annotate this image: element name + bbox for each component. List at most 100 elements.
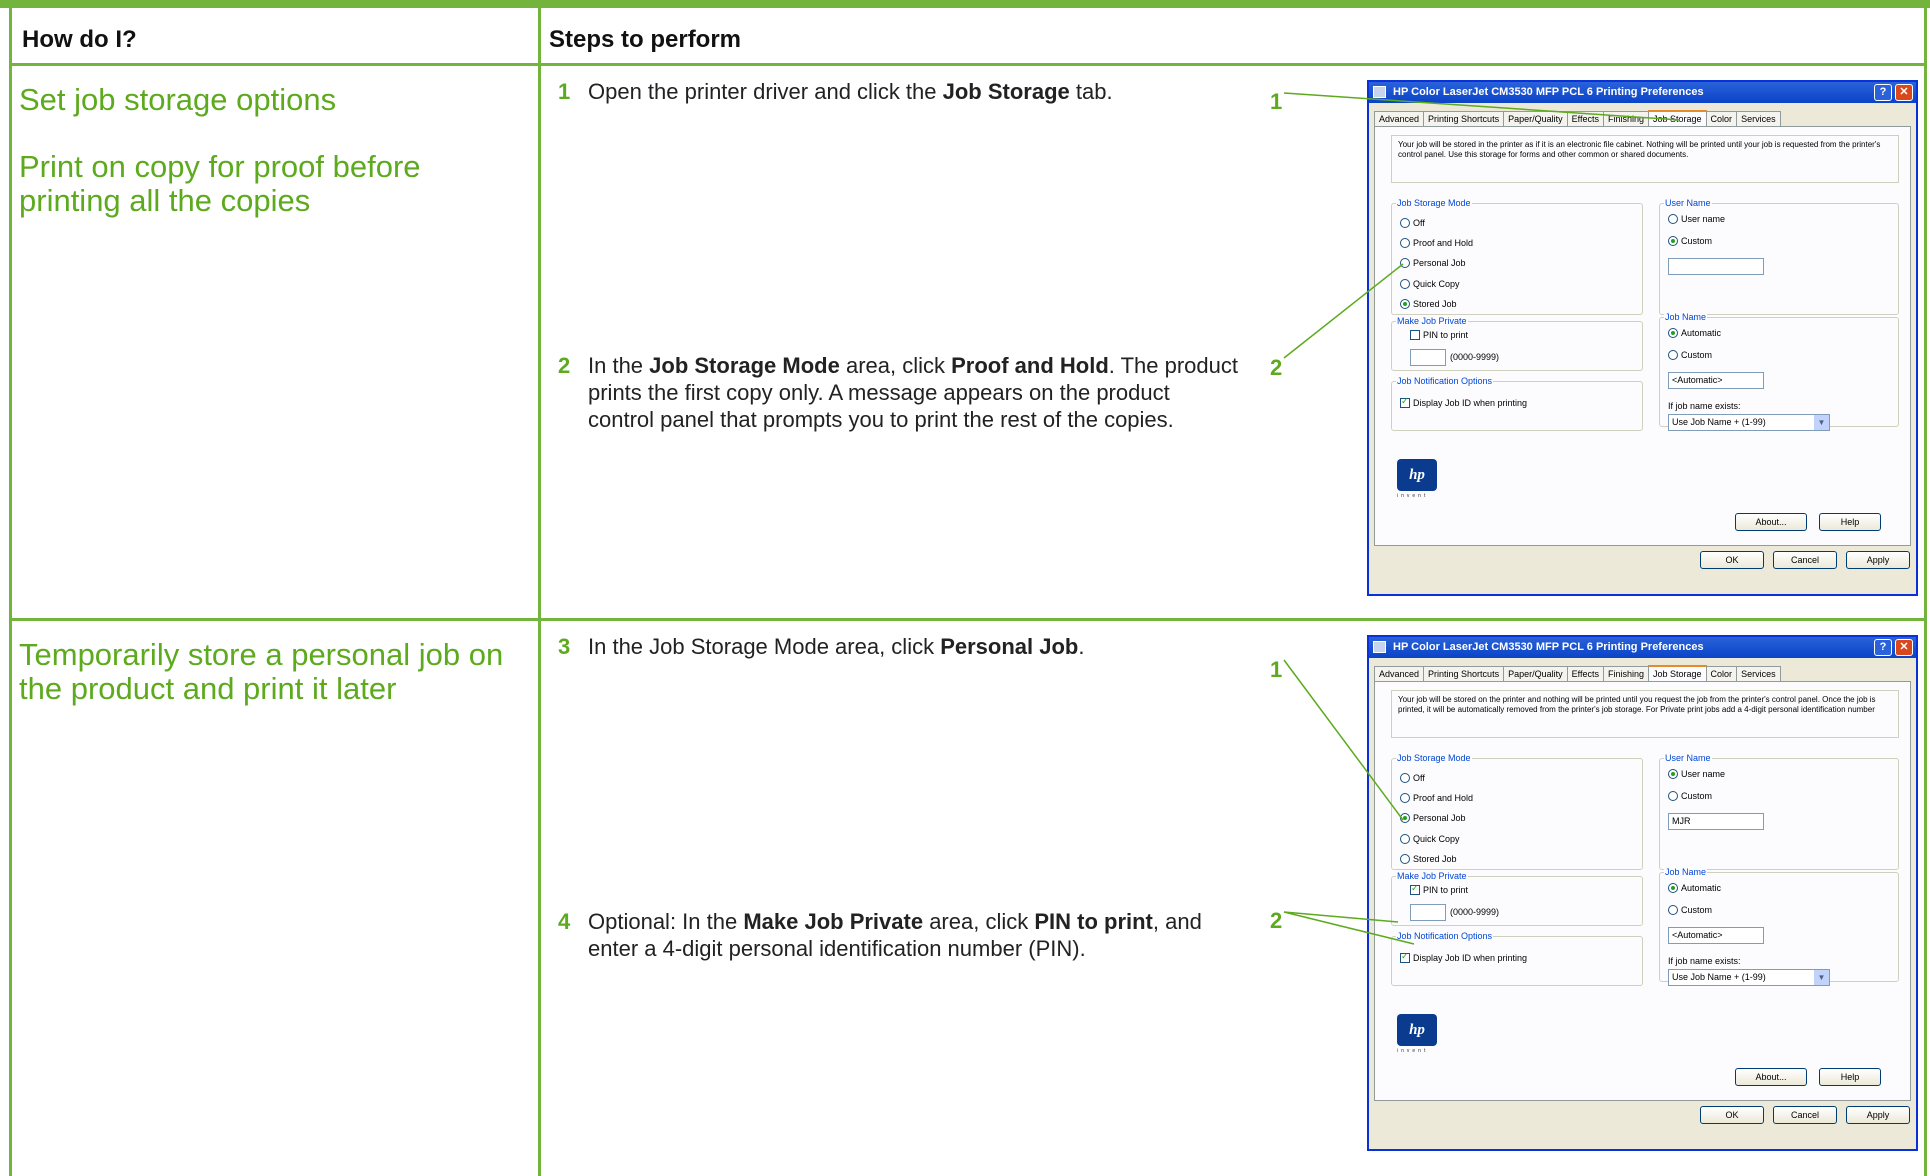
display-job-id-checkbox[interactable]: Display Job ID when printing: [1400, 396, 1527, 408]
radio-button[interactable]: [1668, 236, 1678, 246]
job-name-option[interactable]: Automatic: [1668, 883, 1721, 893]
user-name-option[interactable]: Custom: [1668, 791, 1712, 801]
radio-button[interactable]: [1668, 883, 1678, 893]
user-name-option[interactable]: User name: [1668, 214, 1725, 224]
radio-button[interactable]: [1400, 299, 1410, 309]
step-number: 4: [558, 909, 571, 934]
tab-color[interactable]: Color: [1705, 666, 1738, 682]
job-exists-select[interactable]: Use Job Name + (1-99) ▼: [1668, 414, 1830, 431]
job-storage-mode-option[interactable]: Proof and Hold: [1400, 238, 1473, 248]
close-icon[interactable]: ✕: [1895, 84, 1913, 101]
user-name-input[interactable]: MJR: [1668, 813, 1764, 830]
job-storage-mode-option[interactable]: Personal Job: [1400, 258, 1466, 268]
job-name-input[interactable]: <Automatic>: [1668, 927, 1764, 944]
ok-button[interactable]: OK: [1700, 551, 1764, 569]
tab-paper-quality[interactable]: Paper/Quality: [1503, 666, 1568, 682]
pin-input[interactable]: [1410, 904, 1446, 921]
step-text: area, click: [923, 909, 1035, 934]
radio-button[interactable]: [1400, 279, 1410, 289]
help-icon[interactable]: ?: [1874, 639, 1892, 656]
radio-button[interactable]: [1668, 214, 1678, 224]
question-personal-job: Temporarily store a personal job on the …: [19, 637, 504, 706]
apply-button[interactable]: Apply: [1846, 1106, 1910, 1124]
job-storage-mode-option[interactable]: Stored Job: [1400, 854, 1457, 864]
job-name-option[interactable]: Custom: [1668, 350, 1712, 360]
checkbox[interactable]: [1400, 951, 1410, 963]
pin-input[interactable]: [1410, 349, 1446, 366]
close-icon[interactable]: ✕: [1895, 639, 1913, 656]
apply-button[interactable]: Apply: [1846, 551, 1910, 569]
checkbox[interactable]: [1400, 396, 1410, 408]
radio-button[interactable]: [1400, 218, 1410, 228]
radio-button[interactable]: [1400, 813, 1410, 823]
help-button[interactable]: Help: [1819, 1068, 1881, 1086]
tab-services[interactable]: Services: [1736, 111, 1781, 127]
radio-button[interactable]: [1400, 258, 1410, 268]
tab-advanced[interactable]: Advanced: [1374, 111, 1425, 127]
dialog-title: HP Color LaserJet CM3530 MFP PCL 6 Print…: [1393, 86, 1704, 98]
user-name-input[interactable]: [1668, 258, 1764, 275]
tab-printing-shortcuts[interactable]: Printing Shortcuts: [1423, 666, 1505, 682]
radio-button[interactable]: [1668, 328, 1678, 338]
radio-button[interactable]: [1668, 905, 1678, 915]
cancel-button[interactable]: Cancel: [1773, 551, 1837, 569]
step-text: In the: [588, 353, 650, 378]
step-text: area, click: [839, 353, 952, 378]
tab-finishing[interactable]: Finishing: [1602, 111, 1649, 127]
job-name-option[interactable]: Automatic: [1668, 328, 1721, 338]
help-icon[interactable]: ?: [1874, 84, 1892, 101]
hp-logo: hp: [1397, 459, 1437, 491]
user-name-option[interactable]: Custom: [1668, 236, 1712, 246]
job-storage-mode-option[interactable]: Proof and Hold: [1400, 793, 1473, 803]
job-storage-mode-option[interactable]: Quick Copy: [1400, 834, 1460, 844]
user-name-option[interactable]: User name: [1668, 769, 1725, 779]
radio-button[interactable]: [1400, 793, 1410, 803]
tab-finishing[interactable]: Finishing: [1602, 666, 1649, 682]
job-name-input[interactable]: <Automatic>: [1668, 372, 1764, 389]
tab-effects[interactable]: Effects: [1566, 111, 1604, 127]
radio-button[interactable]: [1400, 773, 1410, 783]
job-exists-select[interactable]: Use Job Name + (1-99) ▼: [1668, 969, 1830, 986]
pin-to-print-checkbox[interactable]: PIN to print: [1410, 883, 1468, 895]
radio-button[interactable]: [1668, 350, 1678, 360]
help-button[interactable]: Help: [1819, 513, 1881, 531]
pin-to-print-checkbox[interactable]: PIN to print: [1410, 330, 1468, 340]
chevron-down-icon[interactable]: ▼: [1814, 970, 1829, 985]
dialog-title-bar[interactable]: HP Color LaserJet CM3530 MFP PCL 6 Print…: [1369, 82, 1916, 103]
about-button[interactable]: About...: [1735, 1068, 1807, 1086]
job-storage-mode-group: Job Storage Mode Off Proof and Hold Persona…: [1391, 753, 1643, 870]
display-job-id-checkbox[interactable]: Display Job ID when printing: [1400, 951, 1527, 963]
tab-color[interactable]: Color: [1705, 111, 1738, 127]
job-storage-mode-option[interactable]: Off: [1400, 218, 1425, 228]
checkbox[interactable]: [1410, 883, 1420, 895]
job-storage-mode-option[interactable]: Quick Copy: [1400, 279, 1460, 289]
callout-2: 2: [1270, 355, 1283, 380]
checkbox[interactable]: [1410, 330, 1420, 340]
job-storage-mode-option[interactable]: Personal Job: [1400, 813, 1466, 823]
about-button[interactable]: About...: [1735, 513, 1807, 531]
radio-button[interactable]: [1668, 791, 1678, 801]
radio-button[interactable]: [1400, 854, 1410, 864]
tab-advanced[interactable]: Advanced: [1374, 666, 1425, 682]
tab-printing-shortcuts[interactable]: Printing Shortcuts: [1423, 111, 1505, 127]
ok-button[interactable]: OK: [1700, 1106, 1764, 1124]
tab-effects[interactable]: Effects: [1566, 666, 1604, 682]
radio-button[interactable]: [1400, 238, 1410, 248]
tab-paper-quality[interactable]: Paper/Quality: [1503, 111, 1568, 127]
tab-panel: Your job will be stored on the printer a…: [1374, 681, 1911, 1101]
table-border-middle: [538, 8, 541, 1176]
radio-label: Quick Copy: [1413, 834, 1460, 844]
radio-button[interactable]: [1668, 769, 1678, 779]
chevron-down-icon[interactable]: ▼: [1814, 415, 1829, 430]
job-storage-mode-option[interactable]: Off: [1400, 773, 1425, 783]
job-name-option[interactable]: Custom: [1668, 905, 1712, 915]
step-4: 4 Optional: In the Make Job Private area…: [558, 908, 1238, 962]
cancel-button[interactable]: Cancel: [1773, 1106, 1837, 1124]
callout-1: 1: [1270, 657, 1283, 682]
radio-button[interactable]: [1400, 834, 1410, 844]
tab-services[interactable]: Services: [1736, 666, 1781, 682]
job-exists-label: If job name exists:: [1668, 956, 1741, 966]
job-storage-mode-option[interactable]: Stored Job: [1400, 299, 1457, 309]
dialog-title-bar[interactable]: HP Color LaserJet CM3530 MFP PCL 6 Print…: [1369, 637, 1916, 658]
radio-label: Off: [1413, 773, 1425, 783]
